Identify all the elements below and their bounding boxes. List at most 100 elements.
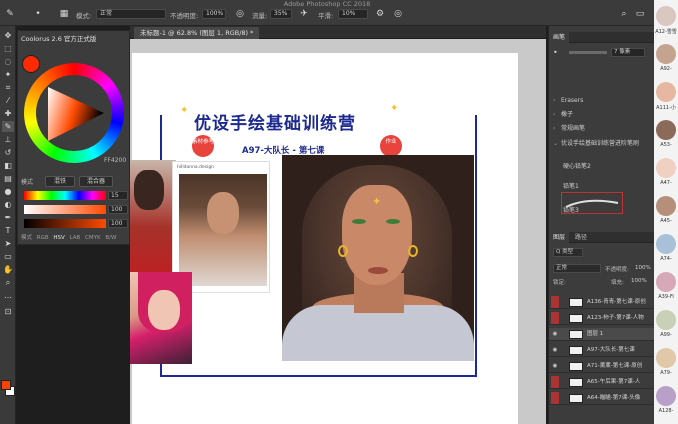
layer-opacity-value[interactable]: 100%: [635, 265, 651, 271]
tab-paths[interactable]: 路径: [571, 232, 591, 243]
layer-row[interactable]: ◉ A71-薰薰-第七课-原创: [549, 360, 655, 373]
photo-caption: hilldonna.design: [177, 165, 215, 170]
lasso-icon[interactable]: ◌: [2, 56, 14, 67]
layer-row[interactable]: A65-午后果-第7课-人: [549, 376, 655, 389]
layer-row[interactable]: A136-青青-第七课-原创: [549, 296, 655, 309]
blend-button-1[interactable]: 混铁: [45, 176, 75, 187]
eye-hidden-icon[interactable]: [551, 392, 559, 404]
brush-group-2[interactable]: › 橡子: [553, 110, 653, 120]
foreground-color-swatch[interactable]: [1, 380, 11, 390]
search-icon[interactable]: ⌕: [618, 8, 630, 20]
brush-size-field[interactable]: 7 像素: [611, 48, 645, 57]
workspace-icon[interactable]: ▭: [634, 8, 646, 20]
eye-icon[interactable]: ◉: [551, 360, 559, 372]
blur-icon[interactable]: ●: [2, 186, 14, 197]
avatar[interactable]: [656, 310, 676, 330]
avatar[interactable]: [656, 386, 676, 406]
opacity-field[interactable]: 100%: [202, 9, 226, 19]
color-triangle[interactable]: [40, 79, 108, 147]
hue-value[interactable]: 15: [108, 191, 128, 200]
history-brush-icon[interactable]: ↺: [2, 147, 14, 158]
eye-icon[interactable]: ◉: [551, 328, 559, 340]
avatar[interactable]: [656, 6, 676, 26]
move-icon[interactable]: ✥: [2, 30, 14, 41]
shape-icon[interactable]: ▭: [2, 251, 14, 262]
marquee-icon[interactable]: ⬚: [2, 43, 14, 54]
smooth-field[interactable]: 10%: [338, 9, 368, 19]
avatar[interactable]: [656, 44, 676, 64]
brush-item-selected[interactable]: 铅笔3: [563, 206, 663, 216]
crop-icon[interactable]: ⌗: [2, 82, 14, 93]
saturation-value[interactable]: 100: [108, 205, 128, 214]
hand-icon[interactable]: ✋: [2, 264, 14, 275]
eraser-icon[interactable]: ◧: [2, 160, 14, 171]
mode-tab-rgb[interactable]: RGB: [37, 235, 49, 241]
path-select-icon[interactable]: ➤: [2, 238, 14, 249]
fill-value[interactable]: 100%: [631, 278, 647, 284]
eye-hidden-icon[interactable]: [551, 312, 559, 324]
blend-mode-select[interactable]: 正常: [553, 264, 601, 273]
clone-stamp-icon[interactable]: ⊥: [2, 134, 14, 145]
layer-row[interactable]: ◉ 图层 1: [549, 328, 655, 341]
avatar[interactable]: [656, 234, 676, 254]
mode-tab-bw[interactable]: B/W: [105, 235, 116, 241]
gradient-icon[interactable]: ▤: [2, 173, 14, 184]
layer-row[interactable]: ◉ A97-大队长-第七课: [549, 344, 655, 357]
brush-group-4[interactable]: ⌄ 优设手绘基础训练营进阶笔刷: [553, 139, 653, 149]
fg-bg-colors[interactable]: [1, 380, 15, 396]
more-icon[interactable]: …: [2, 290, 14, 301]
document-tab[interactable]: 未标题-1 @ 62.8% (图层 1, RGB/8) *: [134, 27, 260, 39]
brush-item[interactable]: 硬心铅笔2: [563, 162, 663, 172]
mode-tab-cmyk[interactable]: CMYK: [85, 235, 101, 241]
brush-tool-preset-icon[interactable]: ✎: [4, 8, 16, 20]
layer-filter-select[interactable]: Q 类型: [553, 248, 583, 257]
brush-group-erasers[interactable]: › Erasers: [553, 96, 653, 106]
brush-size-slider[interactable]: [569, 51, 607, 54]
eye-icon[interactable]: ◉: [551, 344, 559, 356]
layer-row[interactable]: A123-柿子-第7课-人物: [549, 312, 655, 325]
brush-group-3[interactable]: › 常规画笔: [553, 124, 653, 134]
eye-hidden-icon[interactable]: [551, 296, 559, 308]
healing-icon[interactable]: ✚: [2, 108, 14, 119]
edit-toolbar-icon[interactable]: ⊡: [2, 306, 14, 317]
avatar[interactable]: [656, 196, 676, 216]
canvas-area[interactable]: ✦ 优设手绘基础训练营 ✦ A97-大队长 - 第七课 素材参考 作业 hill…: [130, 39, 546, 424]
mode-select[interactable]: 正常: [96, 9, 166, 19]
eye-hidden-icon[interactable]: [551, 376, 559, 388]
brush-settings-icon[interactable]: ▦: [58, 8, 70, 20]
document-canvas[interactable]: ✦ 优设手绘基础训练营 ✦ A97-大队长 - 第七课 素材参考 作业 hill…: [130, 53, 518, 424]
avatar[interactable]: [656, 348, 676, 368]
hex-value[interactable]: FF4200: [104, 157, 126, 164]
brush-icon[interactable]: ✎: [2, 121, 14, 132]
mode-tab-lab[interactable]: LAB: [70, 235, 81, 241]
hue-slider[interactable]: [24, 191, 106, 200]
dodge-icon[interactable]: ◐: [2, 199, 14, 210]
brush-item[interactable]: 铅笔1: [563, 182, 663, 192]
brightness-value[interactable]: 100: [108, 219, 128, 228]
flow-field[interactable]: 35%: [270, 9, 292, 19]
layer-row[interactable]: A64-瞄瞄-第7课-头像: [549, 392, 655, 405]
brush-size-dropdown[interactable]: •: [32, 8, 44, 20]
avatar[interactable]: [656, 272, 676, 292]
brightness-slider[interactable]: [24, 219, 106, 228]
pressure-opacity-icon[interactable]: ◎: [234, 8, 246, 20]
avatar[interactable]: [656, 82, 676, 102]
pen-icon[interactable]: ✒: [2, 212, 14, 223]
avatar[interactable]: [656, 158, 676, 178]
eyedropper-icon[interactable]: ⁄: [2, 95, 14, 106]
pressure-size-icon[interactable]: ◎: [392, 8, 404, 20]
mode-tab-hsv[interactable]: HSV: [53, 235, 64, 241]
smoothing-options-icon[interactable]: ⚙: [374, 8, 386, 20]
tab-layers[interactable]: 图层: [549, 232, 570, 243]
zoom-icon[interactable]: ⌕: [2, 277, 14, 288]
blend-button-2[interactable]: 混合器: [79, 176, 113, 187]
saturation-slider[interactable]: [24, 205, 106, 214]
airbrush-icon[interactable]: ✈: [298, 8, 310, 20]
brush-tip-icon[interactable]: •: [553, 48, 567, 58]
color-wheel[interactable]: [24, 63, 124, 163]
current-color-dot[interactable]: [22, 55, 40, 73]
tab-brushes[interactable]: 画笔: [549, 32, 570, 43]
type-icon[interactable]: T: [2, 225, 14, 236]
magic-wand-icon[interactable]: ✦: [2, 69, 14, 80]
avatar[interactable]: [656, 120, 676, 140]
